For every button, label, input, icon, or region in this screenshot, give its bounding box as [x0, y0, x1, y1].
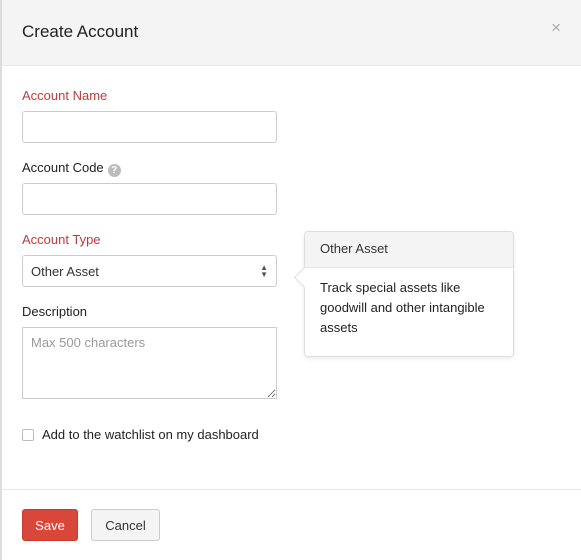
account-type-select[interactable]: Other Asset ▲ ▼ — [22, 255, 277, 287]
select-arrows-icon: ▲ ▼ — [260, 263, 268, 279]
description-label: Description — [22, 304, 88, 319]
account-code-input[interactable] — [22, 183, 277, 215]
account-name-label: Account Name — [22, 88, 108, 103]
popover-body: Track special assets like goodwill and o… — [320, 280, 485, 335]
watchlist-label: Add to the watchlist on my dashboard — [42, 427, 259, 442]
cancel-button[interactable]: Cancel — [91, 509, 160, 541]
popover-title: Other Asset — [305, 232, 513, 268]
account-name-input[interactable] — [22, 111, 277, 143]
description-textarea[interactable] — [22, 327, 277, 399]
account-code-label-text: Account Code — [22, 160, 104, 175]
help-icon[interactable]: ? — [107, 164, 121, 177]
modal-header: Create Account × — [2, 0, 581, 66]
save-button[interactable]: Save — [22, 509, 78, 541]
account-type-popover: Other Asset Track special assets like go… — [304, 231, 514, 357]
watchlist-checkbox[interactable] — [22, 428, 34, 441]
account-code-label: Account Code? — [22, 160, 121, 177]
create-account-modal: Create Account × Account Name Account Co… — [0, 0, 581, 560]
close-icon[interactable]: × — [551, 18, 561, 38]
modal-footer-divider — [2, 489, 581, 490]
account-type-label: Account Type — [22, 232, 101, 247]
modal-title: Create Account — [22, 22, 139, 41]
watchlist-checkbox-row[interactable]: Add to the watchlist on my dashboard — [22, 427, 259, 442]
account-type-value: Other Asset — [31, 263, 99, 279]
